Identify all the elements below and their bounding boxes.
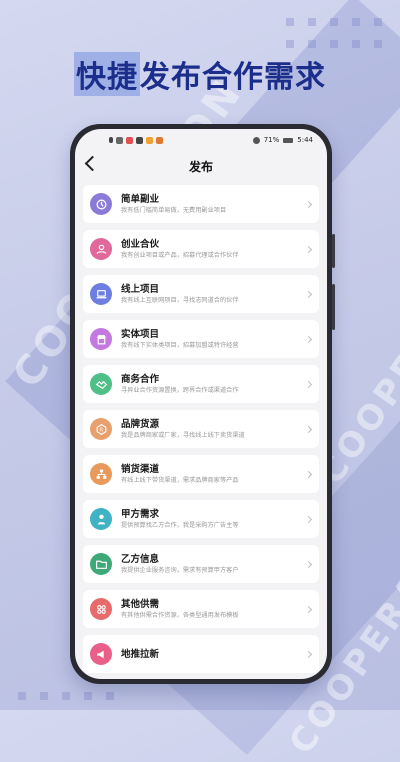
category-item[interactable]: R 品牌货源 我是品牌商家或厂家，寻找线上线下卖货渠道 xyxy=(83,410,319,448)
promo-headline: 快捷发布合作需求 xyxy=(0,52,400,96)
category-title: 商务合作 xyxy=(121,373,160,385)
chevron-right-icon xyxy=(304,290,313,298)
category-item[interactable]: 简单副业 我有低门槛简单易做，无费用副业项目 xyxy=(83,185,319,223)
category-description: 我提供企业服务咨询，需求有预算甲方客户 xyxy=(121,566,239,574)
decorative-dots xyxy=(18,692,114,700)
category-text: 销货渠道 有线上线下带货渠道，需求品牌商家等产品 xyxy=(121,463,300,486)
category-item[interactable]: 线上项目 我有线上互联网项目，寻找志同道合的伙伴 xyxy=(83,275,319,313)
network-icon xyxy=(90,463,112,485)
people-icon xyxy=(90,238,112,260)
category-item[interactable]: 甲方需求 提供预算找乙方合作，我是采购方广告主等 xyxy=(83,500,319,538)
clock-time: 5:44 xyxy=(297,136,313,144)
grid-icon xyxy=(90,598,112,620)
category-title: 销货渠道 xyxy=(121,463,160,475)
chevron-right-icon xyxy=(304,245,313,253)
category-description: 我有线下实体类项目，招募加盟或特许经营 xyxy=(121,341,239,349)
status-bar: 71% 5:44 xyxy=(75,129,327,151)
phone-screen: 71% 5:44 发布 简单副业 我有低门槛简单易做，无费用副业项目 创业合伙 我有创… xyxy=(75,129,327,679)
eye-icon xyxy=(252,136,260,144)
laptop-icon xyxy=(90,283,112,305)
chevron-right-icon xyxy=(304,605,313,613)
chevron-right-icon xyxy=(304,335,313,343)
category-description: 寻异业合作资源置换，跨界合作或渠道合作 xyxy=(121,386,239,394)
category-text: 乙方信息 我提供企业服务咨询，需求有预算甲方客户 xyxy=(121,553,300,576)
handshake-icon xyxy=(90,373,112,395)
category-item[interactable]: 商务合作 寻异业合作资源置换，跨界合作或渠道合作 xyxy=(83,365,319,403)
folder-icon xyxy=(90,553,112,575)
category-description: 提供预算找乙方合作，我是采购方广告主等 xyxy=(121,521,239,529)
chat-notification-icon xyxy=(136,136,143,144)
app-notification-icon xyxy=(126,136,133,144)
category-item[interactable]: 销货渠道 有线上线下带货渠道，需求品牌商家等产品 xyxy=(83,455,319,493)
headline-rest: 发布合作需求 xyxy=(140,60,326,95)
category-title: 甲方需求 xyxy=(121,508,160,520)
category-title: 线上项目 xyxy=(121,283,160,295)
phone-frame: 71% 5:44 发布 简单副业 我有低门槛简单易做，无费用副业项目 创业合伙 我有创… xyxy=(70,124,335,684)
page-title: 发布 xyxy=(188,159,213,174)
app-notification-icon xyxy=(146,136,153,144)
chevron-right-icon xyxy=(304,380,313,388)
chevron-right-icon xyxy=(304,560,313,568)
category-text: 简单副业 我有低门槛简单易做，无费用副业项目 xyxy=(121,193,300,216)
phone-side-button xyxy=(332,234,335,268)
category-text: 创业合伙 我有创业项目或产品，招募代理或合作伙伴 xyxy=(121,238,300,261)
chevron-right-icon xyxy=(304,650,313,658)
category-title: 其他供需 xyxy=(121,598,160,610)
category-title: 品牌货源 xyxy=(121,418,160,430)
brand-icon: R xyxy=(90,418,112,440)
category-item[interactable]: 实体项目 我有线下实体类项目，招募加盟或特许经营 xyxy=(83,320,319,358)
category-item[interactable]: 地推拉新 xyxy=(83,635,319,673)
person-tie-icon xyxy=(90,508,112,530)
battery-percent: 71% xyxy=(263,136,280,144)
status-icons-right: 71% 5:44 xyxy=(252,136,313,144)
wifi-icon xyxy=(116,136,123,144)
category-description: 我有低门槛简单易做，无费用副业项目 xyxy=(121,206,227,214)
category-text: 品牌货源 我是品牌商家或厂家，寻找线上线下卖货渠道 xyxy=(121,418,300,441)
category-description: 有线上线下带货渠道，需求品牌商家等产品 xyxy=(121,476,239,484)
category-title: 地推拉新 xyxy=(121,648,160,660)
category-text: 其他供需 有其他供需合作资源，各类型通用发布模板 xyxy=(121,598,300,621)
status-icons-left xyxy=(109,136,163,144)
category-description: 我是品牌商家或厂家，寻找线上线下卖货渠道 xyxy=(121,431,245,439)
category-text: 地推拉新 xyxy=(121,648,300,661)
category-text: 实体项目 我有线下实体类项目，招募加盟或特许经营 xyxy=(121,328,300,351)
headline-highlight: 快捷 xyxy=(74,52,140,96)
back-arrow-icon[interactable] xyxy=(84,155,101,172)
category-description: 有其他供需合作资源，各类型通用发布模板 xyxy=(121,611,239,619)
category-text: 甲方需求 提供预算找乙方合作，我是采购方广告主等 xyxy=(121,508,300,531)
signal-icon xyxy=(109,137,113,143)
chevron-right-icon xyxy=(304,425,313,433)
category-description: 我有创业项目或产品，招募代理或合作伙伴 xyxy=(121,251,239,259)
chevron-right-icon xyxy=(304,515,313,523)
decorative-dots xyxy=(286,18,382,48)
category-text: 线上项目 我有线上互联网项目，寻找志同道合的伙伴 xyxy=(121,283,300,306)
category-title: 创业合伙 xyxy=(121,238,160,250)
megaphone-icon xyxy=(90,643,112,665)
chevron-right-icon xyxy=(304,470,313,478)
nav-bar: 发布 xyxy=(75,151,327,181)
battery-icon xyxy=(283,137,294,143)
store-icon xyxy=(90,328,112,350)
chevron-right-icon xyxy=(304,200,313,208)
clock-icon xyxy=(90,193,112,215)
category-item[interactable]: 其他供需 有其他供需合作资源，各类型通用发布模板 xyxy=(83,590,319,628)
app-notification-icon xyxy=(156,136,163,144)
category-item[interactable]: 乙方信息 我提供企业服务咨询，需求有预算甲方客户 xyxy=(83,545,319,583)
category-list: 简单副业 我有低门槛简单易做，无费用副业项目 创业合伙 我有创业项目或产品，招募代理或… xyxy=(75,181,327,673)
category-title: 乙方信息 xyxy=(121,553,160,565)
category-text: 商务合作 寻异业合作资源置换，跨界合作或渠道合作 xyxy=(121,373,300,396)
category-description: 我有线上互联网项目，寻找志同道合的伙伴 xyxy=(121,296,239,304)
category-item[interactable]: 创业合伙 我有创业项目或产品，招募代理或合作伙伴 xyxy=(83,230,319,268)
phone-side-button xyxy=(332,284,335,330)
category-title: 实体项目 xyxy=(121,328,160,340)
category-title: 简单副业 xyxy=(121,193,160,205)
